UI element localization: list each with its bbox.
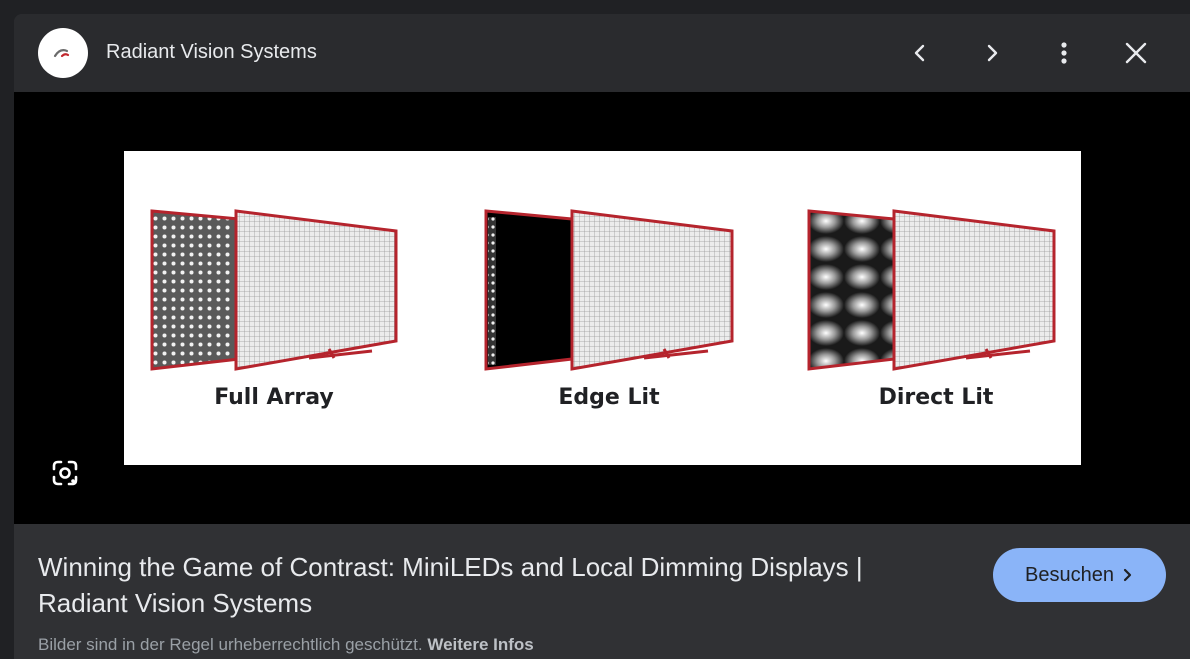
edge-lit-panel xyxy=(484,209,734,371)
image-info-footer: Winning the Game of Contrast: MiniLEDs a… xyxy=(14,524,1190,659)
visit-button[interactable]: Besuchen xyxy=(993,548,1166,602)
close-icon xyxy=(1125,42,1147,64)
copyright-text: Bilder sind in der Regel urheberrechtlic… xyxy=(38,635,423,654)
label-full-array: Full Array xyxy=(214,385,334,410)
more-options-button[interactable] xyxy=(1044,33,1084,73)
page-background: Radiant Vision Systems Full Array Edge L… xyxy=(0,0,1190,659)
chevron-right-icon xyxy=(1123,568,1132,582)
google-lens-button[interactable] xyxy=(48,456,82,490)
chevron-right-icon xyxy=(987,44,998,62)
lens-icon xyxy=(52,460,78,486)
direct-lit-panel xyxy=(807,209,1056,371)
more-info-link[interactable]: Weitere Infos xyxy=(427,635,533,654)
viewer-header: Radiant Vision Systems xyxy=(14,14,1190,92)
close-button[interactable] xyxy=(1116,33,1156,73)
image-preview-area: Full Array Edge Lit Direct Lit xyxy=(14,92,1190,524)
full-array-panel xyxy=(150,209,398,371)
backlight-diagram xyxy=(150,209,1056,371)
image-viewer-panel: Radiant Vision Systems Full Array Edge L… xyxy=(14,14,1190,659)
label-direct-lit: Direct Lit xyxy=(878,385,994,410)
label-edge-lit: Edge Lit xyxy=(558,385,660,410)
visit-button-label: Besuchen xyxy=(1025,563,1114,586)
more-vert-icon xyxy=(1061,42,1067,64)
site-favicon[interactable] xyxy=(38,28,88,78)
radiant-logo-icon xyxy=(53,49,70,58)
site-name[interactable]: Radiant Vision Systems xyxy=(106,41,317,64)
preview-image[interactable]: Full Array Edge Lit Direct Lit xyxy=(124,151,1081,465)
previous-button[interactable] xyxy=(900,33,940,73)
chevron-left-icon xyxy=(914,44,925,62)
next-button[interactable] xyxy=(972,33,1012,73)
page-title-link[interactable]: Winning the Game of Contrast: MiniLEDs a… xyxy=(38,549,938,621)
copyright-notice: Bilder sind in der Regel urheberrechtlic… xyxy=(38,635,534,655)
